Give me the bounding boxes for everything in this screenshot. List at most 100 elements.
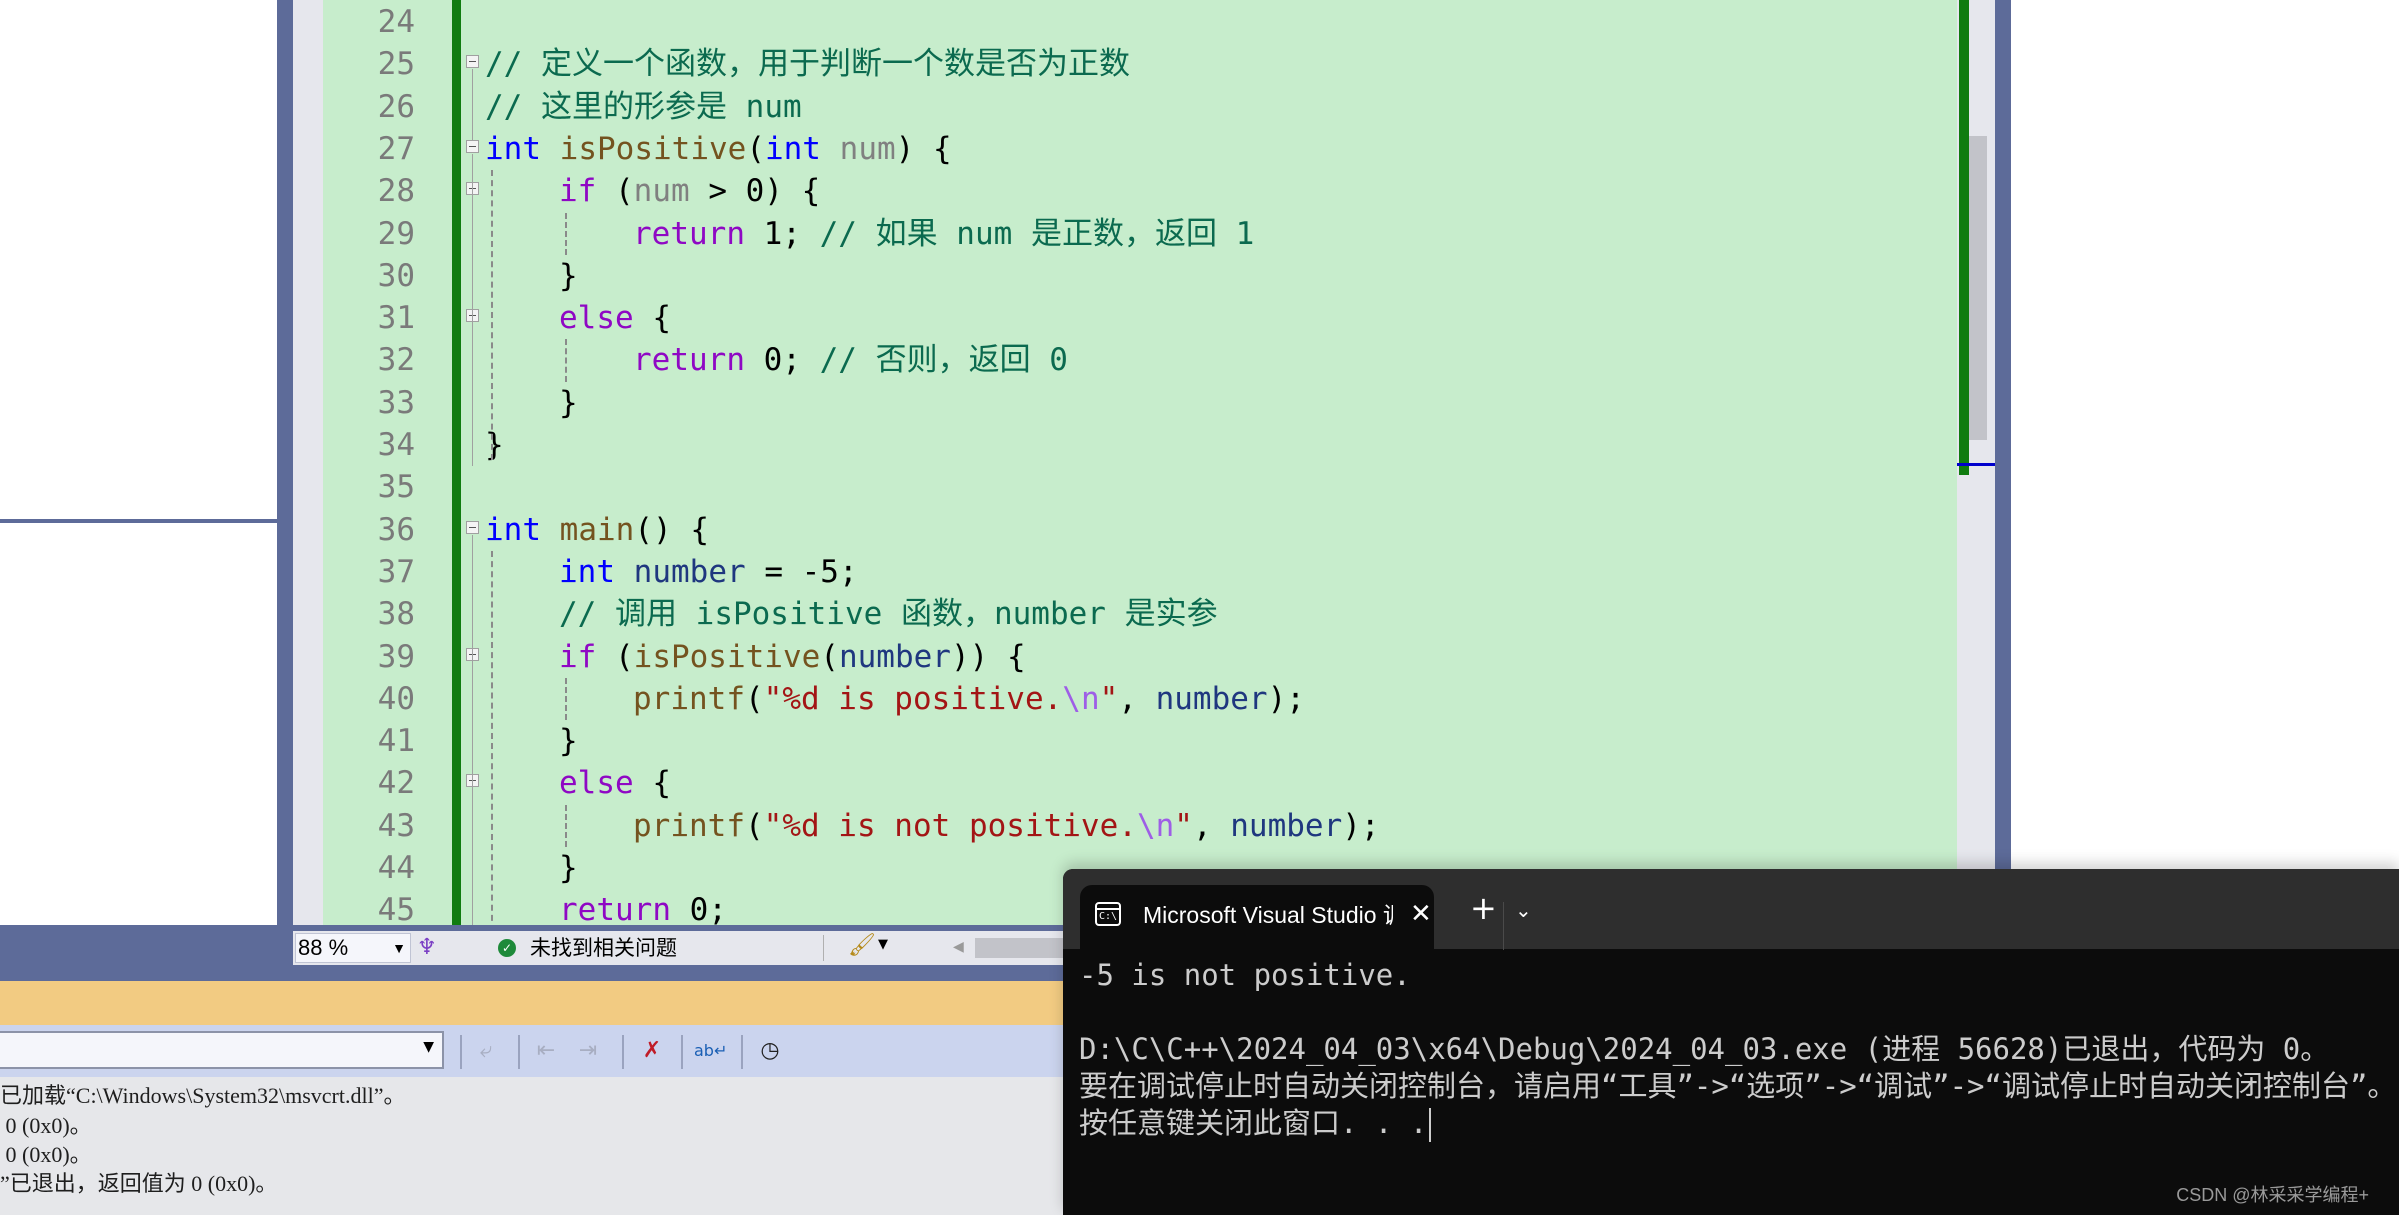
- new-tab-plus-icon[interactable]: +: [1470, 891, 1497, 925]
- code-line[interactable]: 38 // 调用 isPositive 函数，number 是实参: [323, 593, 1957, 635]
- code-line[interactable]: 32 return 0; // 否则，返回 0: [323, 339, 1957, 381]
- clear-all-icon[interactable]: ✗: [636, 1033, 668, 1069]
- terminal-title-bar[interactable]: C:\ Microsoft Visual Studio 调试控制台 ✕ + ⌄: [1063, 869, 2399, 950]
- terminal-tab-title: Microsoft Visual Studio 调试控制台: [1143, 902, 1393, 928]
- code-line[interactable]: 26 // 这里的形参是 num: [323, 86, 1957, 128]
- code-text: int main() {: [485, 509, 709, 551]
- line-number: 31: [377, 300, 415, 337]
- code-editor[interactable]: 24 25 // 定义一个函数，用于判断一个数是否为正数 26 // 这里的形参是 nu…: [323, 0, 1957, 925]
- code-line[interactable]: 40 printf("%d is positive.\n", number);: [323, 678, 1957, 720]
- outline-line: [472, 534, 473, 925]
- code-token: );: [1267, 680, 1305, 717]
- scrollbar-thumb[interactable]: [1969, 136, 1987, 440]
- code-line[interactable]: 43 printf("%d is not positive.\n", number…: [323, 805, 1957, 847]
- divider: [823, 935, 824, 961]
- issues-status-text[interactable]: 未找到相关问题: [530, 933, 677, 963]
- divider: [741, 1035, 743, 1069]
- intellicode-icon[interactable]: ♆: [417, 935, 443, 961]
- code-text: }: [559, 382, 578, 424]
- code-token: int: [485, 130, 541, 167]
- code-line[interactable]: 29 return 1; // 如果 num 是正数，返回 1: [323, 213, 1957, 255]
- code-line[interactable]: 34}: [323, 424, 1957, 466]
- scrollbar-caret-marker: [1957, 463, 1995, 466]
- code-token: return: [559, 892, 671, 925]
- indent-guide: [491, 170, 493, 461]
- code-line[interactable]: 31 else {: [323, 297, 1957, 339]
- code-line[interactable]: 24: [323, 1, 1957, 43]
- window-frame-right: [1995, 0, 2011, 870]
- code-line[interactable]: 41}: [323, 720, 1957, 762]
- code-line[interactable]: 35: [323, 466, 1957, 508]
- line-number: 43: [377, 807, 415, 844]
- line-number: 35: [377, 469, 415, 506]
- code-line[interactable]: 36 int main() {: [323, 509, 1957, 551]
- code-text: return 0;: [559, 889, 727, 925]
- code-token: printf: [633, 807, 745, 844]
- code-line[interactable]: 27 int isPositive(int num) {: [323, 128, 1957, 170]
- divider: [518, 1035, 520, 1069]
- code-token: main: [559, 511, 635, 548]
- code-cleanup-brush-icon[interactable]: 🖌: [848, 933, 876, 958]
- scroll-left-arrow-icon[interactable]: ◀: [953, 939, 964, 955]
- code-line[interactable]: 42 else {: [323, 762, 1957, 804]
- zoom-level-dropdown[interactable]: 88 % ▼: [295, 933, 411, 963]
- collapse-icon[interactable]: [466, 55, 479, 69]
- collapse-icon[interactable]: [466, 520, 479, 534]
- terminal-output-line: -5 is not positive.: [1079, 958, 1411, 992]
- line-number: 29: [377, 215, 415, 252]
- close-icon[interactable]: ✕: [1410, 899, 1432, 929]
- find-message-in-code-icon[interactable]: ⤶: [470, 1033, 502, 1069]
- indent-guide: [565, 677, 567, 721]
- chevron-down-icon[interactable]: ⌄: [1515, 895, 1532, 925]
- code-line[interactable]: 28 if (num > 0) {: [323, 170, 1957, 212]
- debug-console-window[interactable]: C:\ Microsoft Visual Studio 调试控制台 ✕ + ⌄ …: [1063, 869, 2399, 1215]
- line-number: 44: [377, 850, 415, 886]
- collapse-icon[interactable]: [466, 139, 479, 153]
- code-line[interactable]: 33}: [323, 382, 1957, 424]
- code-token: number: [1155, 680, 1268, 717]
- code-text: // 这里的形参是 num: [485, 86, 802, 128]
- output-source-dropdown[interactable]: ▼: [0, 1031, 444, 1069]
- line-number: 38: [377, 596, 415, 633]
- solution-explorer-panel: [0, 0, 277, 925]
- line-number: 40: [377, 680, 415, 717]
- code-line[interactable]: 37 int number = -5;: [323, 551, 1957, 593]
- code-line[interactable]: 39 if (isPositive(number)) {: [323, 636, 1957, 678]
- code-token: (: [746, 130, 765, 167]
- code-token: number: [1230, 807, 1343, 844]
- line-number: 36: [377, 511, 415, 548]
- chevron-down-icon[interactable]: ▼: [878, 937, 888, 952]
- terminal-icon-text: C:\: [1098, 911, 1118, 922]
- code-text: printf("%d is not positive.\n", number);: [633, 805, 1380, 847]
- terminal-tab[interactable]: C:\ Microsoft Visual Studio 调试控制台 ✕: [1080, 885, 1434, 949]
- code-token: int: [559, 553, 615, 590]
- code-line[interactable]: 30}: [323, 255, 1957, 297]
- horizontal-scrollbar-thumb[interactable]: [975, 938, 1063, 958]
- output-text-area[interactable]: 已加载“C:\Windows\System32\msvcrt.dll”。 0 (…: [0, 1077, 1063, 1215]
- divider: [460, 1035, 462, 1069]
- code-token: (: [596, 638, 634, 675]
- word-wrap-icon[interactable]: ab↵: [694, 1033, 727, 1069]
- next-message-icon[interactable]: ⇥: [572, 1033, 604, 1069]
- code-token: ,: [1192, 807, 1231, 844]
- code-token: "%d is not positive.: [763, 807, 1137, 844]
- code-token: 1;: [744, 215, 820, 252]
- code-token: number: [838, 638, 951, 675]
- line-number: 33: [377, 384, 415, 421]
- window-frame-left: [277, 0, 293, 925]
- code-token: ,: [1118, 680, 1156, 717]
- previous-message-icon[interactable]: ⇤: [530, 1033, 562, 1069]
- panel-divider[interactable]: [0, 519, 277, 523]
- code-token: 0;: [744, 342, 820, 379]
- code-token: );: [1342, 807, 1380, 844]
- code-text: }: [559, 847, 578, 889]
- code-line[interactable]: 25 // 定义一个函数，用于判断一个数是否为正数: [323, 43, 1957, 85]
- code-token: > 0) {: [689, 173, 821, 210]
- code-token: }: [559, 257, 578, 294]
- code-token: // 定义一个函数，用于判断一个数是否为正数: [485, 46, 1130, 83]
- outline-line: [472, 153, 473, 467]
- chevron-down-icon: ▼: [423, 1039, 434, 1055]
- clock-icon[interactable]: ◷: [754, 1033, 786, 1069]
- divider: [1503, 902, 1504, 950]
- editor-vertical-scrollbar[interactable]: [1957, 0, 1995, 870]
